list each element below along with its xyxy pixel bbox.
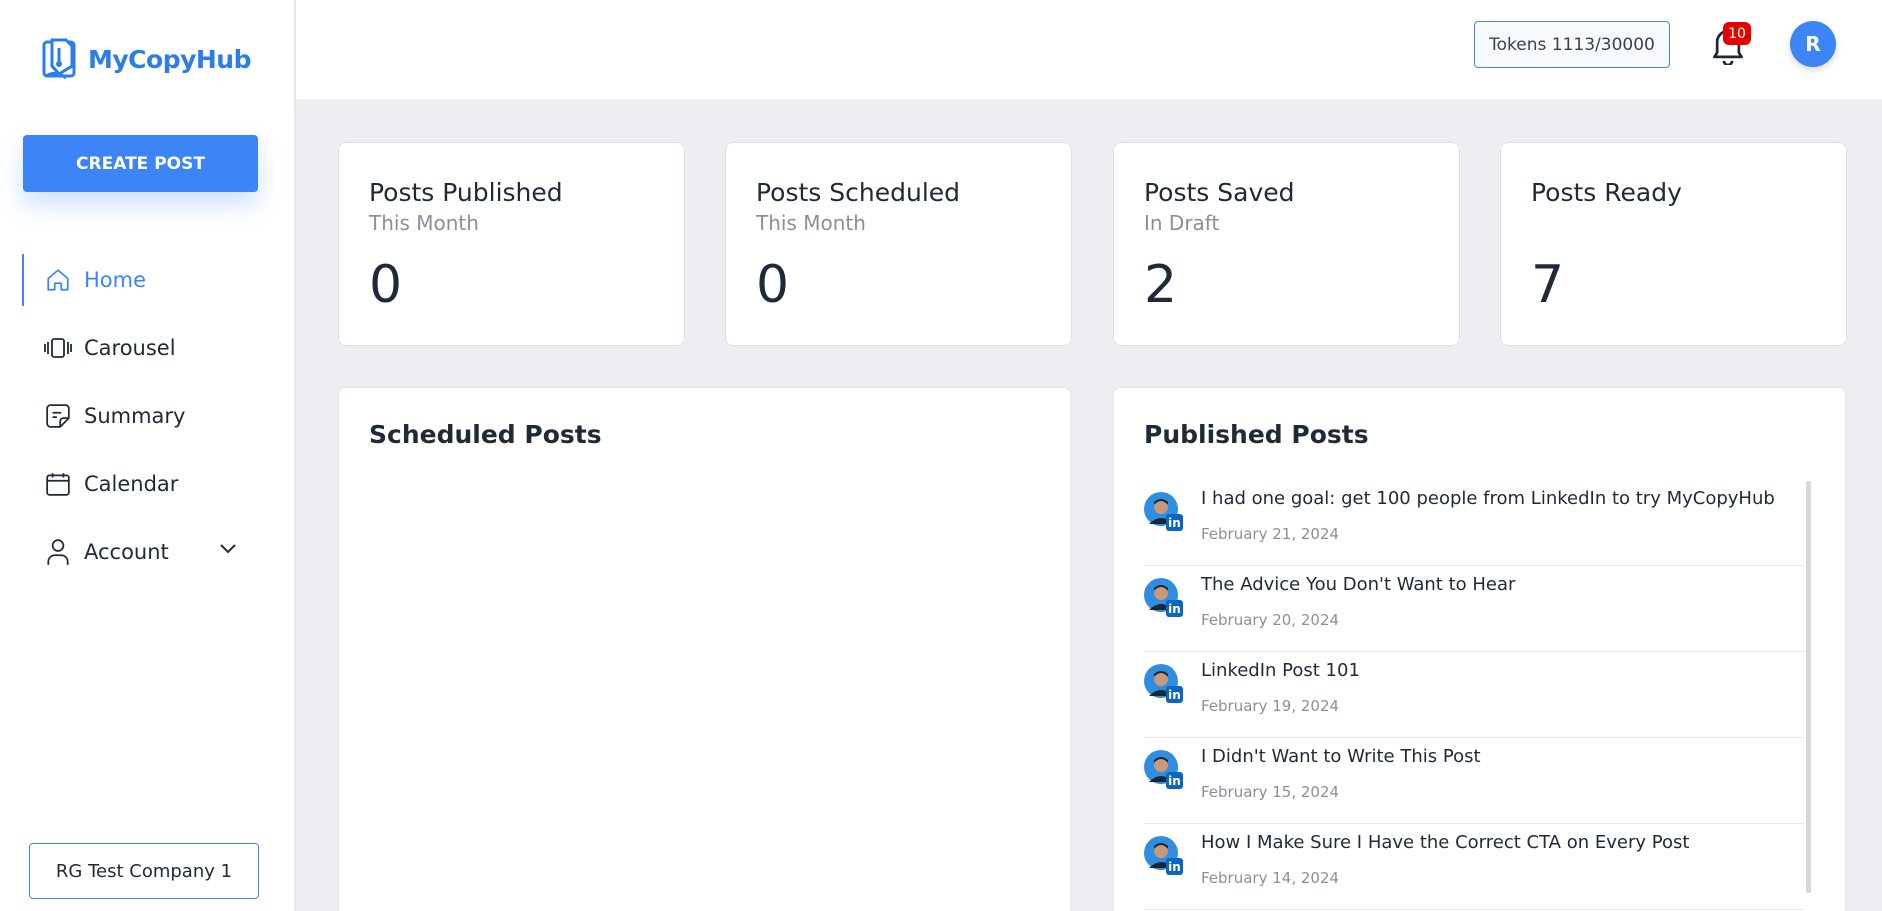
- sidebar-item-label: Carousel: [84, 336, 176, 360]
- svg-text:in: in: [1168, 774, 1181, 788]
- stat-title: Posts Scheduled: [756, 178, 961, 207]
- post-date: February 19, 2024: [1201, 697, 1340, 715]
- create-post-button[interactable]: CREATE POST: [23, 135, 258, 192]
- sidebar-item-home[interactable]: Home: [0, 252, 294, 308]
- logo-text: MyCopyHub: [88, 44, 252, 74]
- notification-count-badge: 10: [1723, 22, 1751, 45]
- linkedin-avatar-icon: in: [1144, 664, 1183, 703]
- post-date: February 20, 2024: [1201, 611, 1340, 629]
- sidebar-item-account[interactable]: Account: [0, 524, 294, 580]
- user-icon: [44, 538, 72, 566]
- panel-title: Scheduled Posts: [369, 420, 602, 449]
- post-date: February 15, 2024: [1201, 783, 1340, 801]
- post-title[interactable]: How I Make Sure I Have the Correct CTA o…: [1201, 832, 1689, 853]
- svg-text:in: in: [1168, 860, 1181, 874]
- sidebar-item-carousel[interactable]: Carousel: [0, 320, 294, 376]
- stat-title: Posts Saved: [1144, 178, 1295, 207]
- avatar[interactable]: R: [1790, 21, 1836, 67]
- stat-card-published: Posts Published This Month 0: [338, 142, 685, 346]
- stat-card-scheduled: Posts Scheduled This Month 0: [725, 142, 1072, 346]
- list-item[interactable]: in I had one goal: get 100 people from L…: [1144, 480, 1804, 566]
- company-selector[interactable]: RG Test Company 1: [29, 843, 259, 899]
- sidebar-nav: Home Carousel Summary Calendar Account: [0, 252, 294, 592]
- post-title[interactable]: The Advice You Don't Want to Hear: [1201, 574, 1515, 595]
- svg-text:in: in: [1168, 602, 1181, 616]
- logo[interactable]: MyCopyHub: [42, 36, 252, 82]
- sidebar: MyCopyHub CREATE POST Home Carousel Summ…: [0, 0, 296, 911]
- post-date: February 21, 2024: [1201, 525, 1340, 543]
- stat-value: 2: [1144, 255, 1178, 315]
- logo-icon: [42, 38, 76, 80]
- top-header: Tokens 1113/30000 10 R: [296, 0, 1882, 99]
- svg-text:in: in: [1168, 688, 1181, 702]
- summary-icon: [44, 402, 72, 430]
- sidebar-item-label: Home: [84, 268, 147, 292]
- list-item[interactable]: in The Advice You Don't Want to Hear Feb…: [1144, 566, 1804, 652]
- stat-subtitle: In Draft: [1144, 211, 1220, 235]
- stat-subtitle: This Month: [369, 211, 479, 235]
- scheduled-posts-panel: Scheduled Posts: [338, 387, 1071, 911]
- linkedin-avatar-icon: in: [1144, 492, 1183, 531]
- sidebar-item-label: Account: [84, 540, 169, 564]
- carousel-icon: [44, 334, 72, 362]
- linkedin-avatar-icon: in: [1144, 750, 1183, 789]
- list-item[interactable]: in LinkedIn Post 101 February 19, 2024: [1144, 652, 1804, 738]
- sidebar-item-calendar[interactable]: Calendar: [0, 456, 294, 512]
- stat-value: 7: [1531, 255, 1565, 315]
- post-title[interactable]: I had one goal: get 100 people from Link…: [1201, 488, 1775, 509]
- post-title[interactable]: LinkedIn Post 101: [1201, 660, 1360, 681]
- post-date: February 14, 2024: [1201, 869, 1340, 887]
- stat-value: 0: [369, 255, 403, 315]
- linkedin-avatar-icon: in: [1144, 578, 1183, 617]
- chevron-down-icon[interactable]: [218, 540, 238, 559]
- panel-title: Published Posts: [1144, 420, 1369, 449]
- stat-title: Posts Published: [369, 178, 563, 207]
- stat-card-ready: Posts Ready 7: [1500, 142, 1847, 346]
- published-post-list: in I had one goal: get 100 people from L…: [1144, 480, 1804, 910]
- stat-subtitle: This Month: [756, 211, 866, 235]
- stat-title: Posts Ready: [1531, 178, 1682, 207]
- tokens-badge[interactable]: Tokens 1113/30000: [1474, 21, 1670, 68]
- stat-card-saved: Posts Saved In Draft 2: [1113, 142, 1460, 346]
- sidebar-item-summary[interactable]: Summary: [0, 388, 294, 444]
- sidebar-item-label: Summary: [84, 404, 186, 428]
- post-title[interactable]: I Didn't Want to Write This Post: [1201, 746, 1481, 767]
- scrollbar[interactable]: [1806, 481, 1811, 893]
- stat-value: 0: [756, 255, 790, 315]
- list-item[interactable]: in How I Make Sure I Have the Correct CT…: [1144, 824, 1804, 910]
- home-icon: [44, 266, 72, 294]
- list-item[interactable]: in I Didn't Want to Write This Post Febr…: [1144, 738, 1804, 824]
- published-posts-panel: Published Posts in I had one goal: get 1…: [1113, 387, 1846, 911]
- svg-text:in: in: [1168, 516, 1181, 530]
- calendar-icon: [44, 470, 72, 498]
- linkedin-avatar-icon: in: [1144, 836, 1183, 875]
- sidebar-item-label: Calendar: [84, 472, 179, 496]
